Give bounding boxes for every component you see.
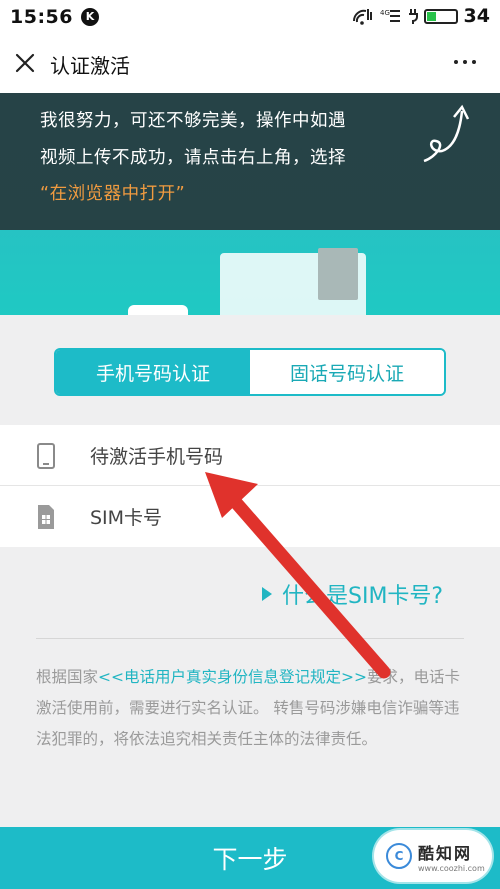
watermark-name: 酷知网 [418,843,473,863]
triangle-icon [262,587,272,601]
status-bar: 15:56 K 4G 34 [0,0,500,33]
sim-link-label: 什么是SIM卡号? [282,584,444,609]
phone-number-placeholder: 待激活手机号码 [90,446,224,468]
browser-tip-overlay: 我很努力，可还不够完美，操作中如遇 视频上传不成功，请点击右上角，选择 “在浏览… [0,93,500,230]
what-is-sim-link[interactable]: 什么是SIM卡号? [262,578,443,610]
svg-text:4G: 4G [380,9,390,17]
status-time: 15:56 [10,5,73,28]
sim-icon [38,505,54,529]
tip-line-1: 我很努力，可还不够完美，操作中如遇 [40,111,346,131]
battery-level [426,11,437,21]
tab-landline-auth[interactable]: 固话号码认证 [250,350,444,394]
navbar: 认证激活 [0,33,500,93]
auth-tabs: 手机号码认证 固话号码认证 [54,348,446,396]
k-badge-icon: K [80,7,99,26]
phone-icon [37,443,55,469]
battery-percent: 34 [463,5,490,27]
sim-number-placeholder: SIM卡号 [90,507,163,529]
close-icon[interactable] [14,52,36,74]
battery-icon [423,8,458,24]
phone-number-field[interactable]: 待激活手机号码 [0,425,500,486]
tab-mobile-auth[interactable]: 手机号码认证 [56,350,250,394]
legal-notice: 根据国家<<电话用户真实身份信息登记规定>>要求，电话卡激活使用前，需要进行实名… [36,662,466,755]
wifi-icon [352,9,372,25]
notice-prefix: 根据国家 [36,668,99,686]
curly-arrow-icon [423,104,470,163]
activation-form: 待激活手机号码 SIM卡号 [0,425,500,547]
more-icon[interactable] [454,60,476,64]
status-icons: 4G 34 [352,5,490,27]
watermark-text: 酷知网 www.coozhi.com [418,840,485,873]
sim-card-illustration [128,305,188,315]
watermark-url: www.coozhi.com [418,863,485,873]
regulation-link[interactable]: <<电话用户真实身份信息登记规定>> [98,668,367,686]
id-photo-illustration [318,248,358,300]
tip-line-3: “在浏览器中打开” [40,184,186,204]
form-divider [0,485,500,486]
charging-icon [408,9,418,24]
signal-icon: 4G [380,9,400,22]
notice-divider [36,638,464,639]
page-title: 认证激活 [50,54,130,78]
tip-line-2: 视频上传不成功，请点击右上角，选择 [40,148,346,168]
coozhi-logo-icon: C [386,843,412,869]
watermark-logo: C 酷知网 www.coozhi.com [374,830,492,882]
banner: 我很努力，可还不够完美，操作中如遇 视频上传不成功，请点击右上角，选择 “在浏览… [0,93,500,315]
sim-number-field[interactable]: SIM卡号 [0,486,500,547]
